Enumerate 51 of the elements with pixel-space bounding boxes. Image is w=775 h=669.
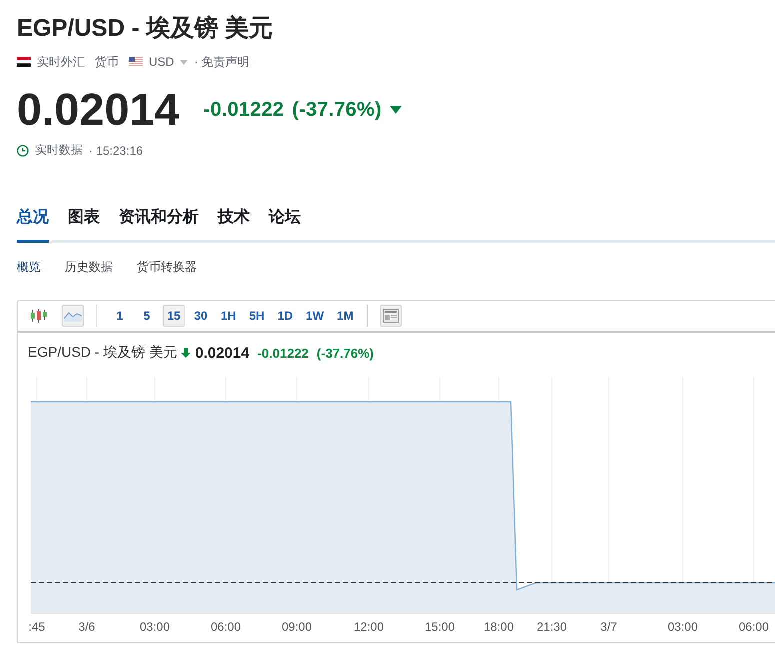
axis-label: 06:00 xyxy=(738,620,770,634)
flag-icon xyxy=(129,57,143,67)
axis-label: 03:00 xyxy=(668,620,698,634)
flag-icon xyxy=(17,57,31,67)
status-label: 实时数据 xyxy=(35,142,83,159)
axis-label: 03:00 xyxy=(140,620,170,634)
axis-label: 12:00 xyxy=(354,620,384,634)
chart-change-percent: (-37.76%) xyxy=(316,346,374,360)
layout-icon xyxy=(382,309,399,323)
axis-label: 18:00 xyxy=(484,620,514,634)
candlestick-icon xyxy=(30,308,48,324)
chart-symbol-name: EGP/USD - 埃及镑 美元 xyxy=(28,344,178,362)
axis-label: :45 xyxy=(28,620,46,634)
chart-change: -0.01222 xyxy=(258,346,309,360)
subtab[interactable]: 概览 xyxy=(17,259,41,276)
axis-label: 3/7 xyxy=(600,620,618,634)
layout-button[interactable] xyxy=(380,305,402,327)
disclaimer-link[interactable]: · 免责声明 xyxy=(194,54,250,70)
axis-label: 3/6 xyxy=(78,620,96,634)
axis-label: 06:00 xyxy=(210,620,242,634)
tab[interactable]: 图表 xyxy=(68,207,100,243)
interval-button[interactable]: 1H xyxy=(217,305,240,327)
interval-button[interactable]: 5 xyxy=(136,305,158,327)
subtab[interactable]: 历史数据 xyxy=(65,259,113,276)
tab[interactable]: 技术 xyxy=(218,207,250,243)
tab[interactable]: 论坛 xyxy=(269,207,301,243)
market-label: 实时外汇 xyxy=(37,54,85,70)
chart-price: 0.02014 xyxy=(195,344,250,362)
tab[interactable]: 资讯和分析 xyxy=(119,207,199,243)
tab[interactable]: 总况 xyxy=(17,207,49,243)
interval-button[interactable]: 5H xyxy=(245,305,269,327)
axis-label: 21:30 xyxy=(536,620,568,634)
interval-button[interactable]: 1D xyxy=(274,305,298,327)
interval-button[interactable]: 1M xyxy=(333,305,358,327)
axis-label: 09:00 xyxy=(282,620,312,634)
currency-selector[interactable]: USD xyxy=(149,55,174,69)
axis-label: 15:00 xyxy=(424,620,456,634)
category-label: 货币 xyxy=(95,54,119,70)
time-label: · 15:23:16 xyxy=(89,144,144,158)
page-title: EGP/USD - 埃及镑 美元 xyxy=(17,14,274,44)
interval-button[interactable]: 15 xyxy=(163,305,185,327)
clock-icon xyxy=(17,144,29,156)
interval-button[interactable]: 1 xyxy=(109,305,131,327)
subtab[interactable]: 货币转换器 xyxy=(137,259,197,276)
caret-icon xyxy=(180,60,188,64)
price-change: -0.01222 xyxy=(204,98,284,122)
interval-button[interactable]: 1W xyxy=(302,305,328,327)
price: 0.02014 xyxy=(17,84,180,136)
interval-button[interactable]: 30 xyxy=(190,305,212,327)
area-chart-icon xyxy=(64,310,82,322)
price-change-percent: (-37.76%) xyxy=(292,98,382,122)
